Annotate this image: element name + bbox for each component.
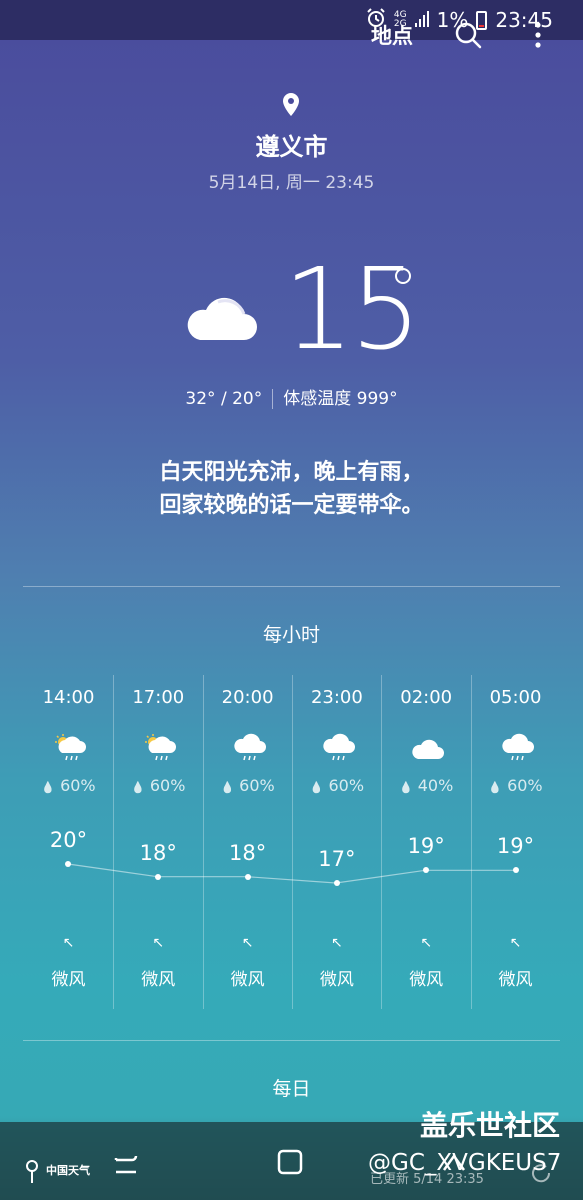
hourly-temp-point <box>244 873 251 880</box>
hourly-precipitation: 💧 60% <box>472 776 560 795</box>
hi-lo-temperature: 32° / 20° 体感温度 999° <box>0 384 583 409</box>
provider-name: 中国天气 <box>46 1164 90 1177</box>
hourly-precip-value: 40% <box>417 776 454 795</box>
hourly-wind: 微风 <box>51 970 86 990</box>
hourly-temperature: 20° <box>49 828 88 852</box>
hourly-temp-point <box>155 873 162 880</box>
hourly-precip-value: 60% <box>507 776 543 795</box>
location-pin-icon <box>279 92 303 122</box>
divider <box>23 1040 560 1041</box>
hourly-precip-value: 60% <box>60 776 96 795</box>
rain-icon <box>321 733 357 767</box>
hourly-title: 每小时 <box>262 624 320 646</box>
current-temperature: 15 <box>283 245 422 375</box>
hourly-item[interactable]: 17:00 💧 60% 18° ↖ 微风 <box>113 675 202 1009</box>
hourly-time: 17:00 <box>132 687 185 708</box>
wind-direction-icon: ↖ <box>420 935 433 951</box>
forum-watermark: 盖乐世社区 <box>420 1109 561 1142</box>
hourly-precipitation: 💧 60% <box>114 776 202 795</box>
home-icon[interactable] <box>276 1148 304 1180</box>
user-watermark: @GC_XVGKEUS7 <box>368 1150 562 1176</box>
hourly-item[interactable]: 05:00 💧 60% 19° ↖ 微风 <box>470 675 560 1009</box>
raindrop-icon: 💧 <box>399 781 413 794</box>
feels-like: 体感温度 999° <box>283 389 398 409</box>
hourly-temperature: 18° <box>228 840 267 865</box>
hourly-temperature: 17° <box>318 847 356 871</box>
hourly-time: 20:00 <box>221 687 274 708</box>
hourly-item[interactable]: 14:00 💧 60% 20° ↖ 微风 <box>24 675 113 1009</box>
partly-sunny-rain-icon <box>52 733 88 767</box>
raindrop-icon: 💧 <box>220 781 235 794</box>
toolbar: 地点 <box>371 20 553 50</box>
hourly-precipitation: 💧 60% <box>24 776 113 795</box>
hourly-item[interactable]: 02:00 💧 40% 19° ↖ 微风 <box>381 675 470 1009</box>
hourly-time: 14:00 <box>42 687 95 708</box>
hourly-precip-value: 60% <box>239 776 275 795</box>
hourly-temp-point <box>65 861 71 867</box>
hourly-temperature: 19° <box>407 834 445 859</box>
hourly-precipitation: 💧 60% <box>204 776 292 795</box>
daily-title: 每日 <box>272 1078 311 1100</box>
current-datetime: 5月14日, 周一 23:45 <box>208 173 375 193</box>
partly-sunny-rain-icon <box>142 733 178 767</box>
wind-direction-icon: ↖ <box>509 935 522 951</box>
hourly-precip-value: 60% <box>149 776 186 795</box>
hourly-item[interactable]: 23:00 💧 60% 17° ↖ 微风 <box>291 675 381 1009</box>
hourly-wind: 微风 <box>230 970 265 990</box>
hourly-wind: 微风 <box>498 970 533 990</box>
hourly-temperature: 19° <box>496 834 535 859</box>
hi-lo-value: 32° / 20° <box>185 389 263 409</box>
rain-icon <box>500 733 536 767</box>
raindrop-icon: 💧 <box>41 781 56 794</box>
hourly-temp-point <box>423 867 430 874</box>
hourly-wind: 微风 <box>319 970 354 990</box>
hourly-time: 05:00 <box>489 687 542 708</box>
locations-button[interactable]: 地点 <box>371 20 413 50</box>
divider <box>23 586 560 587</box>
hourly-temperature: 18° <box>139 840 177 865</box>
more-vert-icon[interactable] <box>523 20 553 50</box>
weather-message: 白天阳光充沛，晚上有雨， 回家较晚的话一定要带伞。 <box>0 456 583 522</box>
wind-direction-icon: ↖ <box>152 935 165 951</box>
message-line-1: 白天阳光充沛，晚上有雨， <box>159 460 424 485</box>
hourly-precipitation: 💧 60% <box>293 776 381 795</box>
hourly-forecast[interactable]: 14:00 💧 60% 20° ↖ 微风 17:00 💧 60% 18° ↖ 微风 20:00 💧 60% 1… <box>24 675 560 1009</box>
hourly-precipitation: 💧 40% <box>382 776 470 795</box>
hourly-item[interactable]: 20:00 💧 60% 18° ↖ 微风 <box>202 675 292 1009</box>
hourly-wind: 微风 <box>409 970 444 990</box>
cloudy-icon <box>410 733 446 767</box>
provider-logo[interactable]: 中国天气 <box>22 1156 90 1184</box>
hourly-wind: 微风 <box>141 970 176 990</box>
message-line-2: 回家较晚的话一定要带伞。 <box>159 493 424 518</box>
hi-lo-separator <box>272 389 274 409</box>
search-icon[interactable] <box>453 20 483 50</box>
wind-direction-icon: ↖ <box>331 935 343 951</box>
city-name[interactable]: 遵义市 <box>0 127 583 162</box>
raindrop-icon: 💧 <box>488 781 503 794</box>
hourly-time: 23:00 <box>310 687 363 708</box>
hourly-temp-point <box>333 880 340 886</box>
cloudy-icon <box>182 290 258 346</box>
wind-direction-icon: ↖ <box>62 935 75 951</box>
raindrop-icon: 💧 <box>131 781 145 794</box>
degree-symbol <box>395 268 411 284</box>
hourly-time: 02:00 <box>400 687 453 708</box>
rain-icon <box>232 733 268 767</box>
recent-apps-icon[interactable] <box>112 1150 142 1182</box>
hourly-precip-value: 60% <box>328 776 365 795</box>
wind-direction-icon: ↖ <box>241 935 254 951</box>
raindrop-icon: 💧 <box>309 781 324 794</box>
hourly-temp-point <box>512 867 519 874</box>
